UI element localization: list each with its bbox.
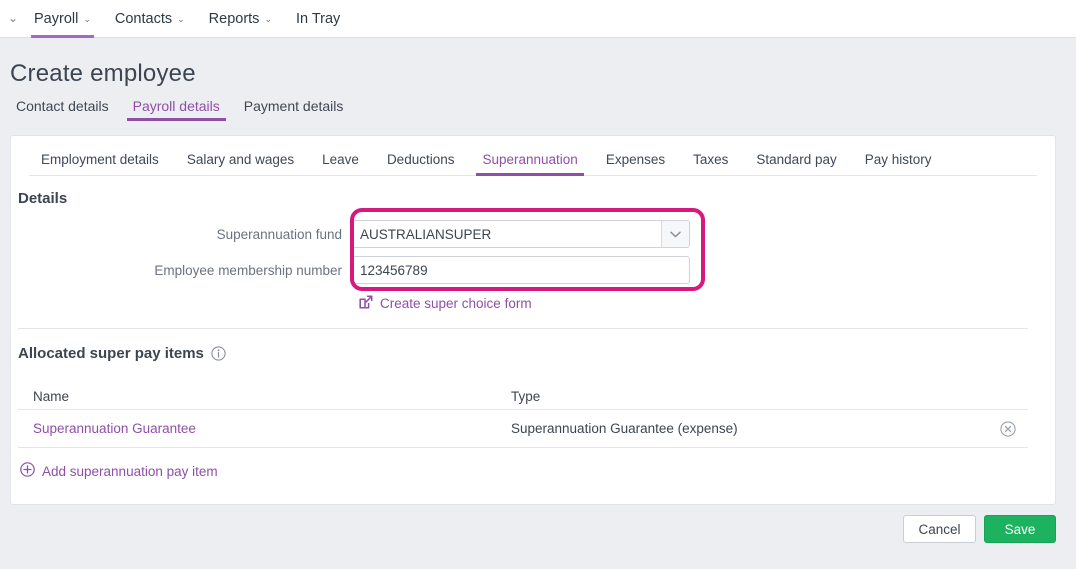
subtab-salary-and-wages[interactable]: Salary and wages [173, 152, 308, 175]
subtab-pay-history[interactable]: Pay history [851, 152, 946, 175]
nav-item-reports[interactable]: Reports ⌄ [197, 0, 284, 38]
create-super-choice-form-label: Create super choice form [380, 296, 532, 311]
super-fund-select[interactable]: AUSTRALIANSUPER [350, 220, 690, 248]
allocated-items-title: Allocated super pay items [18, 345, 204, 362]
subtab-label: Leave [322, 152, 359, 167]
add-pay-item-label: Add superannuation pay item [42, 463, 218, 479]
super-fund-row: Superannuation fund AUSTRALIANSUPER [0, 220, 690, 248]
column-header-type: Type [511, 388, 541, 404]
subtab-label: Salary and wages [186, 152, 295, 167]
chevron-down-icon: ⌄ [177, 14, 185, 24]
membership-number-row: Employee membership number 123456789 [0, 256, 690, 284]
subtab-label: Superannuation [482, 152, 578, 167]
nav-item-in-tray[interactable]: In Tray [284, 0, 352, 38]
subtab-leave[interactable]: Leave [308, 152, 373, 175]
tab-payroll-details[interactable]: Payroll details [121, 98, 232, 121]
section-divider [18, 328, 1028, 329]
tab-label: Payroll details [132, 98, 220, 114]
external-link-icon [359, 295, 373, 312]
page-title: Create employee [10, 60, 196, 87]
save-button[interactable]: Save [984, 515, 1056, 543]
nav-item-label: Contacts [114, 10, 173, 27]
nav-item-label: Reports [208, 10, 260, 27]
create-super-choice-form-link[interactable]: Create super choice form [359, 295, 532, 312]
cell-type: Superannuation Guarantee (expense) [511, 421, 738, 436]
chevron-down-icon: ⌄ [7, 10, 18, 25]
chevron-down-icon[interactable] [661, 221, 689, 247]
remove-circle-icon[interactable] [988, 420, 1028, 437]
plus-circle-icon [20, 462, 35, 480]
membership-number-label: Employee membership number [154, 262, 342, 278]
subtab-expenses[interactable]: Expenses [592, 152, 679, 175]
allocated-items-heading: Allocated super pay items [18, 345, 226, 362]
info-circle-icon[interactable] [211, 346, 226, 361]
nav-item-label: In Tray [295, 10, 341, 27]
subtab-label: Deductions [386, 152, 455, 167]
table-header-row: Name Type [18, 383, 1028, 410]
subtab-standard-pay[interactable]: Standard pay [742, 152, 850, 175]
subtab-deductions[interactable]: Deductions [373, 152, 469, 175]
subtab-superannuation[interactable]: Superannuation [468, 152, 591, 176]
tab-label: Payment details [243, 98, 344, 114]
subtab-taxes[interactable]: Taxes [679, 152, 742, 175]
payroll-subtabs: Employment details Salary and wages Leav… [29, 152, 1037, 176]
tab-payment-details[interactable]: Payment details [232, 98, 356, 121]
chevron-down-icon: ⌄ [264, 14, 272, 24]
nav-item-label: Payroll [34, 10, 79, 27]
pay-item-link[interactable]: Superannuation Guarantee [33, 421, 196, 436]
nav-item-contacts[interactable]: Contacts ⌄ [103, 0, 197, 38]
cancel-button[interactable]: Cancel [903, 515, 976, 543]
cell-name: Superannuation Guarantee [18, 421, 508, 436]
table-row: Superannuation Guarantee Superannuation … [18, 410, 1028, 448]
super-fund-label: Superannuation fund [216, 226, 342, 242]
subtab-label: Taxes [693, 152, 729, 167]
tab-label: Contact details [16, 98, 109, 114]
subtab-label: Expenses [605, 152, 666, 167]
details-heading: Details [18, 190, 68, 207]
nav-item-payroll[interactable]: Payroll ⌄ [22, 0, 103, 38]
top-navigation-bar: ⌄ Payroll ⌄ Contacts ⌄ Reports ⌄ In Tray [0, 0, 1076, 38]
add-superannuation-pay-item-link[interactable]: Add superannuation pay item [20, 462, 218, 480]
subtab-label: Pay history [864, 152, 932, 167]
membership-number-input[interactable]: 123456789 [350, 256, 690, 284]
tab-contact-details[interactable]: Contact details [10, 98, 121, 121]
payroll-details-card: Employment details Salary and wages Leav… [10, 135, 1056, 505]
subtab-label: Standard pay [756, 152, 837, 167]
subtab-employment-details[interactable]: Employment details [29, 152, 173, 175]
allocated-items-table: Name Type Superannuation Guarantee Super… [18, 383, 1028, 448]
subtab-label: Employment details [41, 152, 159, 167]
super-fund-value: AUSTRALIANSUPER [360, 226, 492, 242]
chevron-down-icon: ⌄ [83, 14, 91, 24]
page-tabs: Contact details Payroll details Payment … [10, 98, 355, 121]
membership-number-value: 123456789 [360, 262, 428, 278]
app-window: ⌄ Payroll ⌄ Contacts ⌄ Reports ⌄ In Tray… [0, 0, 1076, 569]
column-header-name: Name [33, 388, 70, 404]
